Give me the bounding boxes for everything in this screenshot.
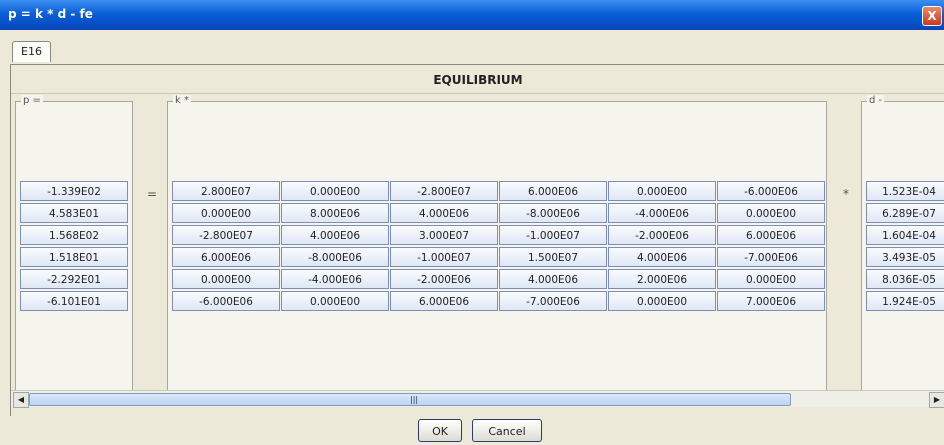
p-cell[interactable]: 4.583E01 [20, 203, 128, 223]
k-cell[interactable]: 0.000E00 [172, 203, 280, 223]
k-cell[interactable]: 2.800E07 [172, 181, 280, 201]
k-cell[interactable]: 6.000E06 [390, 291, 498, 311]
d-panel: d - 1.523E-04 6.289E-07 1.604E-04 3.493E-05… [861, 95, 944, 392]
k-cell[interactable]: 0.000E00 [608, 181, 716, 201]
k-cell[interactable]: -4.000E06 [281, 269, 389, 289]
k-cell[interactable]: 0.000E00 [608, 291, 716, 311]
d-cell[interactable]: 1.924E-05 [866, 291, 944, 311]
grip-icon: ||| [410, 395, 419, 404]
scroll-right-icon[interactable]: ▶ [929, 392, 944, 408]
d-cell[interactable]: 1.604E-04 [866, 225, 944, 245]
d-cell[interactable]: 6.289E-07 [866, 203, 944, 223]
d-cell[interactable]: 1.523E-04 [866, 181, 944, 201]
p-cell[interactable]: -2.292E01 [20, 269, 128, 289]
cancel-button-label: Cancel [488, 425, 526, 438]
k-cell[interactable]: 4.000E06 [499, 269, 607, 289]
horizontal-scrollbar[interactable]: ◀ ||| ▶ [11, 390, 944, 408]
p-panel-label: p = [21, 95, 43, 106]
section-title: EQUILIBRIUM [433, 73, 523, 87]
ok-button[interactable]: OK [418, 419, 462, 442]
k-cell[interactable]: -2.800E07 [172, 225, 280, 245]
k-cell[interactable]: -8.000E06 [499, 203, 607, 223]
tab-e16[interactable]: E16 [12, 41, 51, 62]
k-cell[interactable]: -2.000E06 [608, 225, 716, 245]
k-cell[interactable]: 6.000E06 [172, 247, 280, 267]
button-bar: OK Cancel [0, 416, 944, 445]
equals-sign: = [147, 187, 158, 201]
d-panel-label: d - [867, 95, 885, 106]
k-cell[interactable]: 0.000E00 [717, 269, 825, 289]
content-area: EQUILIBRIUM p = -1.339E02 4.583E01 1.568E0… [10, 64, 944, 418]
k-cell[interactable]: -7.000E06 [717, 247, 825, 267]
k-cell[interactable]: -2.800E07 [390, 181, 498, 201]
close-icon[interactable]: X [922, 6, 942, 26]
k-cell[interactable]: 7.000E06 [717, 291, 825, 311]
tab-strip: E16 [0, 30, 944, 64]
k-cell[interactable]: 0.000E00 [172, 269, 280, 289]
k-cell[interactable]: -1.000E07 [499, 225, 607, 245]
k-panel-label: k * [173, 95, 191, 106]
scroll-thumb[interactable]: ||| [29, 393, 791, 406]
k-cell[interactable]: 3.000E07 [390, 225, 498, 245]
multiply-sign: * [843, 187, 849, 201]
k-cell[interactable]: 4.000E06 [281, 225, 389, 245]
k-cell[interactable]: -6.000E06 [717, 181, 825, 201]
k-cell[interactable]: 0.000E00 [281, 291, 389, 311]
cancel-button[interactable]: Cancel [472, 419, 542, 442]
p-cell[interactable]: -1.339E02 [20, 181, 128, 201]
k-cell[interactable]: -4.000E06 [608, 203, 716, 223]
divider [11, 93, 944, 94]
k-cell[interactable]: -6.000E06 [172, 291, 280, 311]
k-cell[interactable]: 0.000E00 [281, 181, 389, 201]
k-cell[interactable]: 6.000E06 [499, 181, 607, 201]
title-bar: p = k * d - fe X [0, 0, 944, 30]
p-panel: p = -1.339E02 4.583E01 1.568E02 1.518E01 -2.… [15, 95, 133, 392]
k-cell[interactable]: 4.000E06 [390, 203, 498, 223]
window-title: p = k * d - fe [8, 7, 93, 21]
k-cell[interactable]: 2.000E06 [608, 269, 716, 289]
k-cell[interactable]: -1.000E07 [390, 247, 498, 267]
k-panel: k * 2.800E07 0.000E00 -2.800E07 6.000E06 0.0… [167, 95, 827, 392]
k-cell[interactable]: 4.000E06 [608, 247, 716, 267]
scroll-left-icon[interactable]: ◀ [13, 392, 29, 408]
k-cell[interactable]: 8.000E06 [281, 203, 389, 223]
k-cell[interactable]: -2.000E06 [390, 269, 498, 289]
p-cell[interactable]: -6.101E01 [20, 291, 128, 311]
k-cell[interactable]: -7.000E06 [499, 291, 607, 311]
k-cell[interactable]: 1.500E07 [499, 247, 607, 267]
k-cell[interactable]: 0.000E00 [717, 203, 825, 223]
d-cell[interactable]: 8.036E-05 [866, 269, 944, 289]
d-cell[interactable]: 3.493E-05 [866, 247, 944, 267]
k-cell[interactable]: -8.000E06 [281, 247, 389, 267]
p-cell[interactable]: 1.568E02 [20, 225, 128, 245]
k-cell[interactable]: 6.000E06 [717, 225, 825, 245]
p-cell[interactable]: 1.518E01 [20, 247, 128, 267]
